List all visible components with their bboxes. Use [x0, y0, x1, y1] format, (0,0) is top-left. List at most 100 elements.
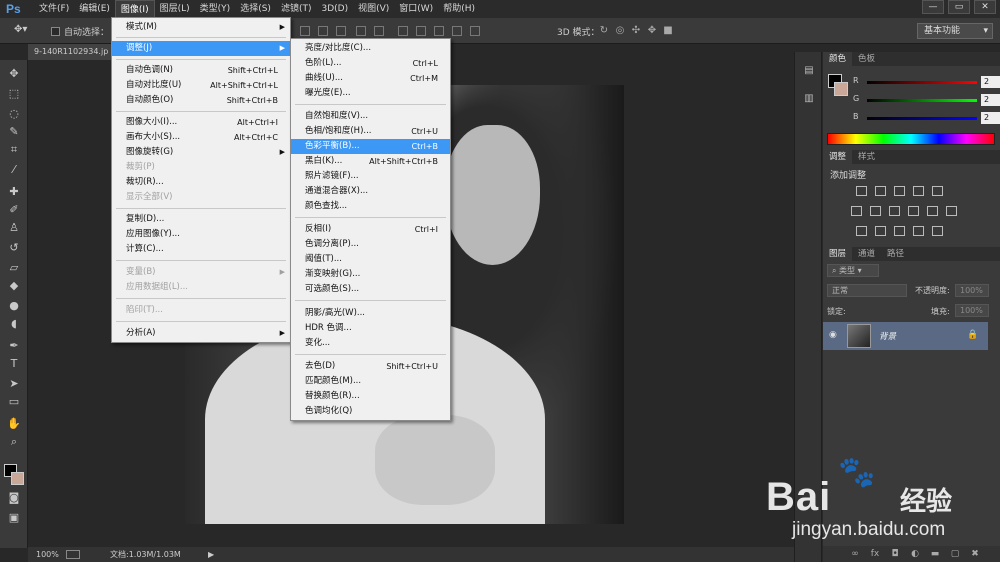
menu-item-equalize[interactable]: 色调均化(Q): [291, 404, 450, 419]
menu-item-analysis[interactable]: 分析(A) ▶: [112, 326, 290, 341]
marquee-tool-icon[interactable]: ⬚: [4, 86, 24, 102]
3d-roll-icon[interactable]: ◎: [614, 25, 626, 37]
fx-icon[interactable]: fx: [869, 548, 881, 560]
menu-item-curves[interactable]: 曲线(U)... Ctrl+M: [291, 71, 450, 86]
3d-orbit-icon[interactable]: ↻: [598, 25, 610, 37]
menu-file[interactable]: 文件(F): [34, 0, 74, 18]
eyedropper-tool-icon[interactable]: ⁄: [4, 162, 24, 178]
layer-row-background[interactable]: ◉ 背景 🔒: [823, 322, 988, 350]
menu-item-calculations[interactable]: 计算(C)...: [112, 242, 290, 257]
menu-item-exposure[interactable]: 曝光度(E)...: [291, 86, 450, 101]
menu-select[interactable]: 选择(S): [235, 0, 276, 18]
adj-levels-icon[interactable]: [875, 186, 886, 196]
align-top-icon[interactable]: [300, 26, 310, 36]
quick-select-tool-icon[interactable]: ✎: [4, 124, 24, 140]
menu-item-auto-color[interactable]: 自动颜色(O) Shift+Ctrl+B: [112, 93, 290, 108]
move-tool-icon[interactable]: ✥: [4, 66, 24, 82]
tab-adjustments[interactable]: 调整: [823, 150, 853, 164]
tab-styles[interactable]: 样式: [852, 150, 881, 164]
crop-tool-icon[interactable]: ⌗: [4, 142, 24, 158]
menu-item-color-balance[interactable]: 色彩平衡(B)... Ctrl+B: [291, 139, 450, 154]
zoom-tool-icon[interactable]: ⌕: [4, 434, 24, 450]
menu-layer[interactable]: 图层(L): [155, 0, 195, 18]
menu-item-threshold[interactable]: 阈值(T)...: [291, 252, 450, 267]
dodge-tool-icon[interactable]: ◖: [4, 316, 24, 332]
screen-mode-icon[interactable]: ▣: [4, 510, 24, 526]
status-menu-arrow[interactable]: ▶: [208, 547, 214, 562]
clone-stamp-tool-icon[interactable]: ♙: [4, 220, 24, 236]
menu-item-image-size[interactable]: 图像大小(I)... Alt+Ctrl+I: [112, 115, 290, 130]
paint-bucket-tool-icon[interactable]: ◆: [4, 278, 24, 294]
distribute-icon[interactable]: [398, 26, 408, 36]
blue-track[interactable]: [867, 117, 977, 120]
menu-item-apply-image[interactable]: 应用图像(Y)...: [112, 227, 290, 242]
zoom-level[interactable]: 100%: [36, 547, 59, 562]
menu-item-trim[interactable]: 裁切(R)...: [112, 175, 290, 190]
trash-icon[interactable]: ✖: [969, 548, 981, 560]
menu-item-replace-color[interactable]: 替换颜色(R)...: [291, 389, 450, 404]
blue-value[interactable]: 2: [981, 112, 1000, 124]
red-value[interactable]: 2: [981, 76, 1000, 88]
new-layer-icon[interactable]: ▢: [949, 548, 961, 560]
menu-edit[interactable]: 编辑(E): [74, 0, 115, 18]
tab-swatches[interactable]: 色板: [852, 52, 881, 66]
shape-tool-icon[interactable]: ▭: [4, 394, 24, 410]
adj-selective-color-icon[interactable]: [932, 226, 943, 236]
menu-view[interactable]: 视图(V): [353, 0, 394, 18]
menu-image[interactable]: 图像(I): [114, 0, 155, 18]
adjustment-layer-icon[interactable]: ◐: [909, 548, 921, 560]
brush-tool-icon[interactable]: ✐: [4, 202, 24, 218]
align-left-icon[interactable]: [356, 26, 366, 36]
menu-item-invert[interactable]: 反相(I) Ctrl+I: [291, 222, 450, 237]
align-bottom-icon[interactable]: [336, 26, 346, 36]
menu-item-hue-saturation[interactable]: 色相/饱和度(H)... Ctrl+U: [291, 124, 450, 139]
menu-window[interactable]: 窗口(W): [394, 0, 438, 18]
adj-photo-filter-icon[interactable]: [908, 206, 919, 216]
menu-item-adjustments[interactable]: 调整(J) ▶: [112, 41, 290, 56]
adj-exposure-icon[interactable]: [913, 186, 924, 196]
pen-tool-icon[interactable]: ✒: [4, 338, 24, 354]
menu-item-gradient-map[interactable]: 渐变映射(G)...: [291, 267, 450, 282]
menu-item-channel-mixer[interactable]: 通道混合器(X)...: [291, 184, 450, 199]
adj-posterize-icon[interactable]: [875, 226, 886, 236]
mask-icon[interactable]: ◘: [889, 548, 901, 560]
3d-pan-icon[interactable]: ✣: [630, 25, 642, 37]
menu-item-desaturate[interactable]: 去色(D) Shift+Ctrl+U: [291, 359, 450, 374]
menu-type[interactable]: 类型(Y): [195, 0, 236, 18]
menu-item-selective-color[interactable]: 可选颜色(S)...: [291, 282, 450, 297]
menu-item-black-white[interactable]: 黑白(K)... Alt+Shift+Ctrl+B: [291, 154, 450, 169]
adj-threshold-icon[interactable]: [894, 226, 905, 236]
green-value[interactable]: 2: [981, 94, 1000, 106]
blend-mode-select[interactable]: 正常: [827, 284, 907, 297]
history-panel-icon[interactable]: ▤: [801, 64, 817, 78]
group-icon[interactable]: ▬: [929, 548, 941, 560]
properties-panel-icon[interactable]: ▥: [801, 92, 817, 106]
menu-3d[interactable]: 3D(D): [316, 0, 353, 18]
adj-invert-icon[interactable]: [856, 226, 867, 236]
red-track[interactable]: [867, 81, 977, 84]
distribute-v-icon[interactable]: [416, 26, 426, 36]
3d-slide-icon[interactable]: ✥: [646, 25, 658, 37]
close-button[interactable]: ✕: [974, 0, 996, 14]
menu-help[interactable]: 帮助(H): [438, 0, 480, 18]
move-tool-preset-icon[interactable]: ✥▾: [14, 24, 36, 38]
menu-item-shadows-highlights[interactable]: 阴影/高光(W)...: [291, 306, 450, 321]
adj-vibrance-icon[interactable]: [932, 186, 943, 196]
tab-layers[interactable]: 图层: [823, 247, 853, 261]
align-hcenter-icon[interactable]: [374, 26, 384, 36]
blur-tool-icon[interactable]: ●: [4, 298, 24, 314]
color-bg-swatch[interactable]: [834, 82, 848, 96]
tab-color[interactable]: 颜色: [823, 52, 853, 66]
auto-align-icon[interactable]: [470, 26, 480, 36]
menu-item-variations[interactable]: 变化...: [291, 336, 450, 351]
menu-item-vibrance[interactable]: 自然饱和度(V)...: [291, 109, 450, 124]
menu-item-canvas-size[interactable]: 画布大小(S)... Alt+Ctrl+C: [112, 130, 290, 145]
layer-filter-select[interactable]: ⌕ 类型 ▾: [827, 264, 879, 277]
menu-item-color-lookup[interactable]: 颜色查找...: [291, 199, 450, 214]
path-select-tool-icon[interactable]: ➤: [4, 376, 24, 392]
menu-item-auto-tone[interactable]: 自动色调(N) Shift+Ctrl+L: [112, 63, 290, 78]
eye-icon[interactable]: ◉: [829, 330, 837, 340]
eraser-tool-icon[interactable]: ▱: [4, 260, 24, 276]
fill-field[interactable]: 100%: [955, 304, 989, 317]
adj-balance-icon[interactable]: [870, 206, 881, 216]
